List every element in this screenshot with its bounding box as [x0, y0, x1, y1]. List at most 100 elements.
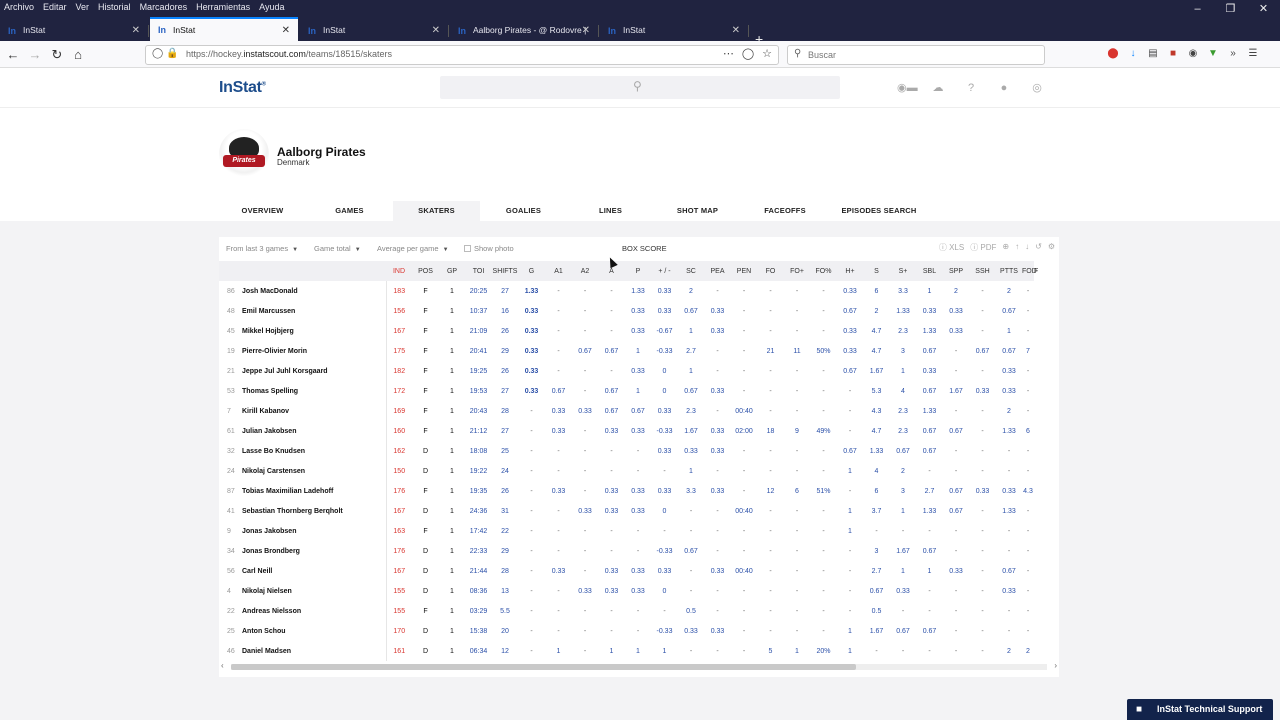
tab-skaters[interactable]: SKATERS: [393, 201, 480, 221]
hamburger-menu-icon[interactable]: ☰: [1247, 48, 1259, 60]
reset-icon[interactable]: ↺: [1035, 242, 1042, 253]
table-row[interactable]: 32 Lasse Bo Knudsen 162 D 1 18:08 25 - - - - - 0.33 0…: [219, 441, 1034, 461]
table-row[interactable]: 41 Sebastian Thornberg Berqholt 167 D 1 24:36…: [219, 501, 1034, 521]
pdf-export-button[interactable]: ⓘ PDF: [970, 242, 996, 253]
table-row[interactable]: 22 Andreas Nielsson 155 F 1 03:29 5.5 - - - - - - 0.5…: [219, 601, 1034, 621]
column-header[interactable]: S+: [890, 261, 916, 281]
player-name[interactable]: Andreas Nielsson: [242, 601, 387, 621]
player-name[interactable]: Daniel Madsen: [242, 641, 387, 661]
globe-icon[interactable]: ◎: [1029, 81, 1045, 95]
player-name[interactable]: Jonas Brondberg: [242, 541, 387, 561]
player-name[interactable]: Mikkel Hojbjerg: [242, 321, 387, 341]
close-tab-icon[interactable]: ✕: [282, 20, 290, 41]
box-score-button[interactable]: BOX SCORE: [622, 244, 667, 253]
overflow-icon[interactable]: »: [1227, 48, 1239, 60]
tab-shot-map[interactable]: SHOT MAP: [654, 201, 741, 221]
player-name[interactable]: Pierre-Olivier Morin: [242, 341, 387, 361]
range-filter[interactable]: From last 3 games ▼: [226, 244, 298, 253]
close-tab-icon[interactable]: ✕: [582, 20, 590, 41]
xls-export-button[interactable]: ⓘ XLS: [939, 242, 964, 253]
player-name[interactable]: Nikolaj Nielsen: [242, 581, 387, 601]
player-name[interactable]: Lasse Bo Knudsen: [242, 441, 387, 461]
help-icon[interactable]: ?: [963, 81, 979, 95]
tab-overview[interactable]: OVERVIEW: [219, 201, 306, 221]
player-name[interactable]: Nikolaj Carstensen: [242, 461, 387, 481]
column-header[interactable]: FOD: [1022, 261, 1037, 281]
technical-support-button[interactable]: ■ InStat Technical Support: [1127, 699, 1273, 720]
column-header[interactable]: SBL: [916, 261, 943, 281]
column-header[interactable]: FO+: [784, 261, 810, 281]
table-row[interactable]: 9 Jonas Jakobsen 163 F 1 17:42 22 - - - - - - - - - - - - 1…: [219, 521, 1034, 541]
table-row[interactable]: 34 Jonas Brondberg 176 D 1 22:33 29 - - - - - -0.33 0…: [219, 541, 1034, 561]
tab-games[interactable]: GAMES: [306, 201, 393, 221]
column-header[interactable]: P: [625, 261, 651, 281]
column-header[interactable]: SC: [678, 261, 704, 281]
player-name[interactable]: Jonas Jakobsen: [242, 521, 387, 541]
pocket-icon[interactable]: ◯: [742, 47, 754, 60]
back-icon[interactable]: ←: [4, 46, 22, 64]
column-header[interactable]: H+: [837, 261, 863, 281]
column-header[interactable]: PEN: [731, 261, 757, 281]
column-header[interactable]: PEA: [704, 261, 731, 281]
table-row[interactable]: 25 Anton Schou 170 D 1 15:38 20- - - - - -0.33 0.33 0…: [219, 621, 1034, 641]
total-filter[interactable]: Game total ▼: [314, 244, 361, 253]
page-actions-icon[interactable]: ⋯: [723, 47, 734, 60]
close-tab-icon[interactable]: ✕: [432, 20, 440, 41]
column-header[interactable]: A2: [572, 261, 598, 281]
column-header[interactable]: FO%: [810, 261, 837, 281]
sort-up-icon[interactable]: ↑: [1015, 242, 1019, 253]
player-name[interactable]: Emil Marcussen: [242, 301, 387, 321]
column-header[interactable]: S: [863, 261, 890, 281]
forward-icon[interactable]: →: [26, 46, 44, 64]
column-header[interactable]: PTTS: [996, 261, 1022, 281]
tab-episodes-search[interactable]: EPISODES SEARCH: [829, 201, 929, 221]
browser-tab[interactable]: In InStat ✕: [600, 20, 749, 41]
table-row[interactable]: 4 Nikolaj Nielsen 155 D 1 08:36 13 - - 0.33 0.33 0.…: [219, 581, 1034, 601]
download-icon[interactable]: ↓: [1127, 48, 1139, 60]
menu-item[interactable]: Marcadores: [140, 0, 188, 14]
average-filter[interactable]: Average per game ▼: [377, 244, 449, 253]
table-row[interactable]: 24 Nikolaj Carstensen 150 D 1 19:22 24- - - - - -1-…: [219, 461, 1034, 481]
bookmark-star-icon[interactable]: ☆: [762, 47, 772, 60]
tab-goalies[interactable]: GOALIES: [480, 201, 567, 221]
add-column-icon[interactable]: ⊕: [1002, 242, 1009, 253]
library-icon[interactable]: ▤: [1147, 48, 1159, 60]
settings-gear-icon[interactable]: ⚙: [1048, 242, 1055, 253]
player-name[interactable]: Anton Schou: [242, 621, 387, 641]
tab-lines[interactable]: LINES: [567, 201, 654, 221]
column-header[interactable]: SSH: [969, 261, 996, 281]
column-header[interactable]: G: [518, 261, 545, 281]
browser-search-field[interactable]: ⚲ Buscar: [787, 45, 1045, 65]
scroll-right-icon[interactable]: ›: [1054, 661, 1057, 670]
column-header[interactable]: A1: [545, 261, 572, 281]
player-name[interactable]: Kirill Kabanov: [242, 401, 387, 421]
menu-item[interactable]: Ver: [76, 0, 90, 14]
column-header[interactable]: TOI: [465, 261, 492, 281]
show-photo-checkbox[interactable]: Show photo: [464, 244, 514, 253]
column-header[interactable]: SHIFTS: [492, 261, 518, 281]
table-row[interactable]: 46 Daniel Madsen 161 D 1 06:34 12-1-1 1 1- - -5 1 20…: [219, 641, 1034, 661]
cloud-download-icon[interactable]: ☁: [930, 81, 946, 95]
column-header[interactable]: IND: [386, 261, 412, 281]
instat-logo[interactable]: InStat®: [219, 79, 266, 97]
horizontal-scrollbar[interactable]: ‹ ›: [219, 661, 1059, 672]
player-name[interactable]: Jeppe Jul Juhl Korsgaard: [242, 361, 387, 381]
player-name[interactable]: Carl Neill: [242, 561, 387, 581]
table-row[interactable]: 45 Mikkel Hojbjerg 167 F 1 21:09 26 0.33 - - - 0.33…: [219, 321, 1034, 341]
player-name[interactable]: Sebastian Thornberg Berqholt: [242, 501, 387, 521]
sort-down-icon[interactable]: ↓: [1025, 242, 1029, 253]
table-row[interactable]: 86 Josh MacDonald 183 F 1 20:25 27 1.33 - - - 1.33 0…: [219, 281, 1034, 301]
adblock-icon[interactable]: ⬤: [1107, 48, 1119, 60]
browser-tab[interactable]: In InStat ✕: [300, 20, 449, 41]
browser-tab[interactable]: In InStat ✕: [0, 20, 149, 41]
menu-item[interactable]: Archivo: [4, 0, 34, 14]
extension-green-icon[interactable]: ▼: [1207, 48, 1219, 60]
user-icon[interactable]: ●: [996, 81, 1012, 95]
menu-item[interactable]: Ayuda: [259, 0, 284, 14]
column-header[interactable]: + / -: [651, 261, 678, 281]
reload-icon[interactable]: ↻: [48, 46, 66, 64]
player-name[interactable]: Tobias Maximilian Ladehoff: [242, 481, 387, 501]
scrollbar-thumb[interactable]: [231, 664, 856, 670]
tab-faceoffs[interactable]: FACEOFFS: [741, 201, 829, 221]
player-name[interactable]: Julian Jakobsen: [242, 421, 387, 441]
